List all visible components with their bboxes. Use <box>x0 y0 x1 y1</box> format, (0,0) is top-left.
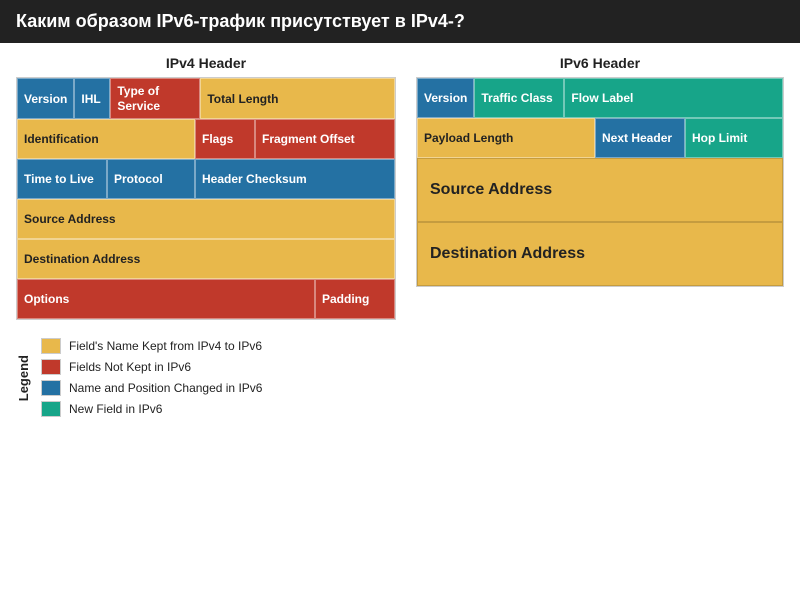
ipv6-section: IPv6 Header Version Traffic Class Flow L… <box>416 55 784 417</box>
ipv4-row-2: Identification Flags Fragment Offset <box>17 119 395 159</box>
ipv4-ihl-cell: IHL <box>74 78 110 119</box>
ipv4-ident-cell: Identification <box>17 119 195 159</box>
legend-label: Legend <box>16 355 31 401</box>
ipv6-flowlabel-cell: Flow Label <box>564 78 783 118</box>
ipv4-fragoff-cell: Fragment Offset <box>255 119 395 159</box>
legend-item-red: Fields Not Kept in IPv6 <box>41 359 262 375</box>
ipv6-nexthdr-cell: Next Header <box>595 118 685 158</box>
ipv6-row-3: Source Address <box>417 158 783 222</box>
legend-blue-text: Name and Position Changed in IPv6 <box>69 381 262 395</box>
ipv6-row-2: Payload Length Next Header Hop Limit <box>417 118 783 158</box>
ipv6-traffic-cell: Traffic Class <box>474 78 564 118</box>
ipv4-flags-cell: Flags <box>195 119 255 159</box>
ipv6-grid: Version Traffic Class Flow Label Payload… <box>416 77 784 287</box>
ipv6-paylen-cell: Payload Length <box>417 118 595 158</box>
ipv6-dst-cell: Destination Address <box>417 222 783 286</box>
ipv4-row-4: Source Address <box>17 199 395 239</box>
ipv4-section: IPv4 Header Version IHL Type of Service … <box>16 55 396 417</box>
ipv6-src-cell: Source Address <box>417 158 783 222</box>
ipv4-ttl-cell: Time to Live <box>17 159 107 199</box>
legend-yellow-box <box>41 338 61 354</box>
ipv4-version-cell: Version <box>17 78 74 119</box>
ipv4-src-cell: Source Address <box>17 199 395 239</box>
legend-yellow-text: Field's Name Kept from IPv4 to IPv6 <box>69 339 262 353</box>
ipv4-hdrchk-cell: Header Checksum <box>195 159 395 199</box>
ipv4-row-5: Destination Address <box>17 239 395 279</box>
ipv4-row-6: Options Padding <box>17 279 395 319</box>
ipv6-version-cell: Version <box>417 78 474 118</box>
legend-item-yellow: Field's Name Kept from IPv4 to IPv6 <box>41 338 262 354</box>
legend-blue-box <box>41 380 61 396</box>
ipv4-row-3: Time to Live Protocol Header Checksum <box>17 159 395 199</box>
ipv4-grid: Version IHL Type of Service Total Length… <box>16 77 396 320</box>
page-title: Каким образом IPv6-трафик присутствует в… <box>0 0 800 43</box>
ipv4-options-cell: Options <box>17 279 315 319</box>
legend-item-teal: New Field in IPv6 <box>41 401 262 417</box>
ipv4-dst-cell: Destination Address <box>17 239 395 279</box>
ipv4-heading: IPv4 Header <box>16 55 396 71</box>
ipv4-padding-cell: Padding <box>315 279 395 319</box>
legend-red-text: Fields Not Kept in IPv6 <box>69 360 191 374</box>
ipv6-row-1: Version Traffic Class Flow Label <box>417 78 783 118</box>
legend-teal-text: New Field in IPv6 <box>69 402 162 416</box>
ipv4-tos-cell: Type of Service <box>110 78 200 119</box>
ipv4-row-1: Version IHL Type of Service Total Length <box>17 78 395 119</box>
ipv4-totlen-cell: Total Length <box>200 78 395 119</box>
legend-items: Field's Name Kept from IPv4 to IPv6 Fiel… <box>41 338 262 417</box>
legend-section: Legend Field's Name Kept from IPv4 to IP… <box>16 338 396 417</box>
ipv6-row-4: Destination Address <box>417 222 783 286</box>
ipv6-hoplimit-cell: Hop Limit <box>685 118 783 158</box>
ipv6-heading: IPv6 Header <box>416 55 784 71</box>
legend-item-blue: Name and Position Changed in IPv6 <box>41 380 262 396</box>
ipv4-proto-cell: Protocol <box>107 159 195 199</box>
legend-teal-box <box>41 401 61 417</box>
legend-red-box <box>41 359 61 375</box>
